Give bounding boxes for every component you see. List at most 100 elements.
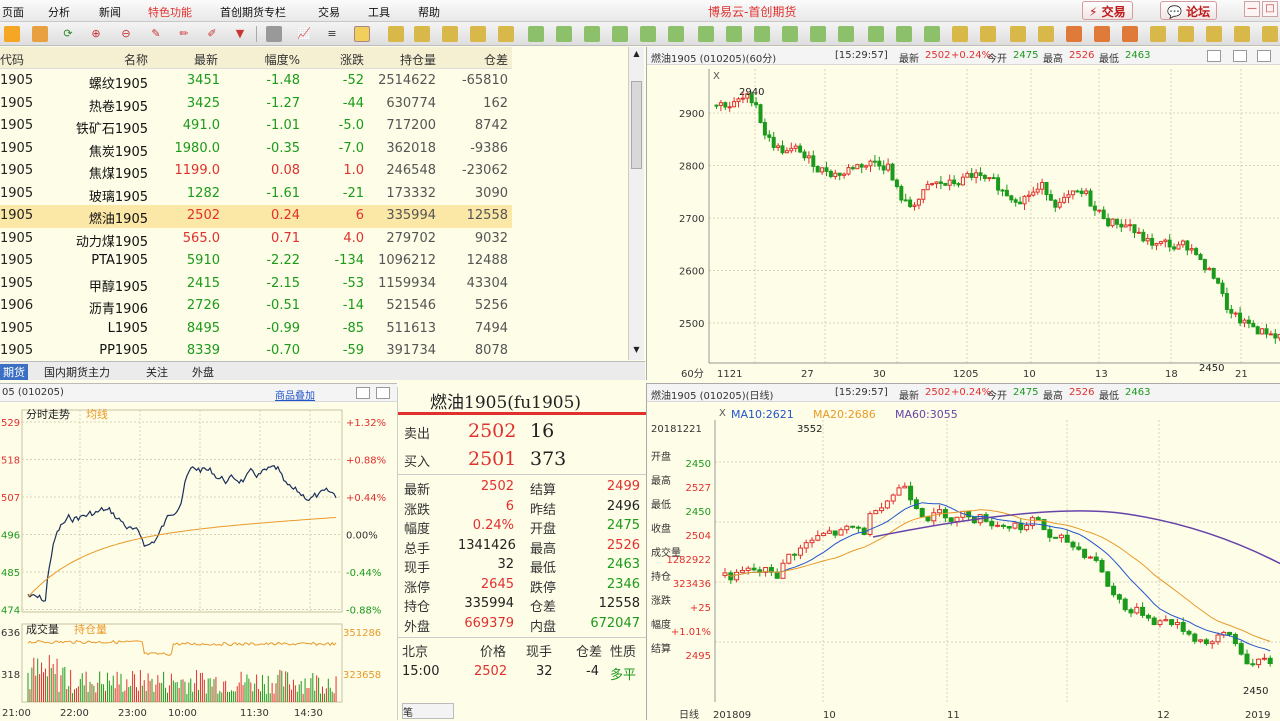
maximize-icon[interactable]: □: [1262, 1, 1278, 17]
g6-icon[interactable]: [668, 26, 684, 42]
y9-icon[interactable]: [1038, 26, 1054, 42]
chart60-expand-icon[interactable]: [1257, 50, 1271, 62]
menu-page[interactable]: 页面: [2, 4, 24, 20]
table-row[interactable]: 1905 螺纹1905 3451 -1.48 -52 2514622 -65810: [0, 70, 512, 93]
col-oi[interactable]: 持仓量: [380, 51, 436, 68]
scroll-thumb[interactable]: [631, 81, 642, 169]
tab-foreign[interactable]: 外盘: [192, 364, 214, 380]
table-row[interactable]: 1905 PTA1905 5910 -2.22 -134 1096212 12488: [0, 250, 512, 273]
table-row[interactable]: 1905 热卷1905 3425 -1.27 -44 630774 162: [0, 93, 512, 116]
col-name[interactable]: 名称: [120, 51, 148, 68]
intraday-chart[interactable]: 529 +1.32% 518 +0.88% 507 +0.44% 496 0.00% 485 -0…: [0, 402, 397, 721]
menu-news[interactable]: 新闻: [99, 4, 121, 20]
menu-column[interactable]: 首创期货专栏: [220, 4, 286, 20]
y3-icon[interactable]: [442, 26, 458, 42]
col-chg[interactable]: 涨跌: [330, 51, 364, 68]
field-label2: 最高: [530, 541, 557, 557]
folder-icon[interactable]: [4, 26, 20, 42]
chart-icon[interactable]: 📈: [296, 26, 312, 42]
g5-icon[interactable]: [640, 26, 656, 42]
g14-icon[interactable]: [896, 26, 912, 42]
menu-trade[interactable]: 交易: [318, 4, 340, 20]
g1-icon[interactable]: [528, 26, 544, 42]
col-diff[interactable]: 仓差: [470, 51, 508, 68]
y2-icon[interactable]: [414, 26, 430, 42]
g13-icon[interactable]: [868, 26, 884, 42]
y14-icon[interactable]: [1262, 26, 1278, 42]
table-row[interactable]: 1905 PP1905 8339 -0.70 -59 391734 8078: [0, 340, 512, 363]
g3-icon[interactable]: [584, 26, 600, 42]
tab-main[interactable]: 国内期货主力: [44, 364, 110, 380]
g8-icon[interactable]: [726, 26, 742, 42]
pen-icon[interactable]: ✏: [176, 26, 192, 42]
o2-icon[interactable]: [1094, 26, 1110, 42]
chart60-settings-icon[interactable]: [1207, 50, 1221, 62]
zoom-out-icon[interactable]: ⊖: [118, 26, 134, 42]
candle: [1163, 239, 1168, 243]
grid-icon[interactable]: [266, 26, 282, 42]
table-row[interactable]: 1906 沥青1906 2726 -0.51 -14 521546 5256: [0, 295, 512, 318]
pin-icon[interactable]: ✎: [148, 26, 164, 42]
forum-button[interactable]: 💬 论坛: [1160, 1, 1218, 20]
chart60-canvas[interactable]: 2900 2800 2700 2600 2500 X 2940 2450 60分 1121 27 30…: [647, 65, 1280, 380]
menu-help[interactable]: 帮助: [418, 4, 440, 20]
refresh-icon[interactable]: ⟳: [60, 26, 76, 42]
scrollbar[interactable]: ▲ ▼: [628, 47, 644, 360]
y5-icon[interactable]: [498, 26, 514, 42]
table-row[interactable]: 1905 动力煤1905 565.0 0.71 4.0 279702 9032: [0, 228, 512, 251]
y13-icon[interactable]: [1234, 26, 1250, 42]
col-code[interactable]: 代码: [0, 51, 24, 68]
table-row[interactable]: 1905 燃油1905 2502 0.24 6 335994 12558: [0, 205, 512, 228]
restore-icon[interactable]: [356, 387, 370, 399]
col-pct[interactable]: 幅度%: [255, 51, 300, 68]
draw-icon[interactable]: ✐: [204, 26, 220, 42]
y12-icon[interactable]: [1206, 26, 1222, 42]
menu-analysis[interactable]: 分析: [48, 4, 70, 20]
scroll-up-icon[interactable]: ▲: [631, 49, 642, 60]
menu-features[interactable]: 特色功能: [148, 4, 192, 20]
expand-icon[interactable]: [376, 387, 390, 399]
zoom-in-icon[interactable]: ⊕: [88, 26, 104, 42]
g10-icon[interactable]: [782, 26, 798, 42]
g2-icon[interactable]: [556, 26, 572, 42]
filter-icon[interactable]: ▼: [232, 26, 248, 42]
y11-icon[interactable]: [1178, 26, 1194, 42]
chartday-canvas[interactable]: X 3552 2450 日线 201809 10 11 12 2019: [647, 402, 1280, 721]
overlay-link[interactable]: 商品叠加: [275, 387, 315, 402]
table-row[interactable]: 1905 L1905 8495 -0.99 -85 511613 7494: [0, 318, 512, 341]
field-label: 涨跌: [404, 502, 431, 518]
list-icon[interactable]: ≡: [324, 26, 340, 42]
detail-tab[interactable]: 笔: [402, 703, 454, 719]
g4-icon[interactable]: [612, 26, 628, 42]
table-row[interactable]: 1905 铁矿石1905 491.0 -1.01 -5.0 717200 8742: [0, 115, 512, 138]
table-row[interactable]: 1905 焦炭1905 1980.0 -0.35 -7.0 362018 -9386: [0, 138, 512, 161]
chart60-restore-icon[interactable]: [1233, 50, 1247, 62]
tab-futures[interactable]: 期货: [0, 364, 28, 380]
table-row[interactable]: 1905 玻璃1905 1282 -1.61 -21 173332 3090: [0, 183, 512, 206]
y10-icon[interactable]: [1150, 26, 1166, 42]
g15-icon[interactable]: [924, 26, 940, 42]
table-row[interactable]: 1905 甲醇1905 2415 -2.15 -53 1159934 43304: [0, 273, 512, 296]
y1-icon[interactable]: [388, 26, 404, 42]
y7-icon[interactable]: [980, 26, 996, 42]
g12-icon[interactable]: [838, 26, 854, 42]
g11-icon[interactable]: [810, 26, 826, 42]
scroll-down-icon[interactable]: ▼: [631, 345, 642, 356]
y4-icon[interactable]: [470, 26, 486, 42]
tab-watch[interactable]: 关注: [146, 364, 168, 380]
mode-icon[interactable]: [354, 26, 370, 42]
window-icon[interactable]: [32, 26, 48, 42]
g9-icon[interactable]: [754, 26, 770, 42]
chart60-open: 2475: [1013, 50, 1039, 61]
y6-icon[interactable]: [952, 26, 968, 42]
col-last[interactable]: 最新: [186, 51, 218, 68]
minimize-icon[interactable]: —: [1244, 1, 1260, 17]
cell-chg: 1.0: [343, 163, 364, 178]
o1-icon[interactable]: [1066, 26, 1082, 42]
table-row[interactable]: 1905 焦煤1905 1199.0 0.08 1.0 246548 -23062: [0, 160, 512, 183]
g7-icon[interactable]: [698, 26, 714, 42]
trade-button[interactable]: ⚡ 交易: [1082, 1, 1133, 20]
menu-tools[interactable]: 工具: [368, 4, 390, 20]
y8-icon[interactable]: [1010, 26, 1026, 42]
o3-icon[interactable]: [1122, 26, 1138, 42]
